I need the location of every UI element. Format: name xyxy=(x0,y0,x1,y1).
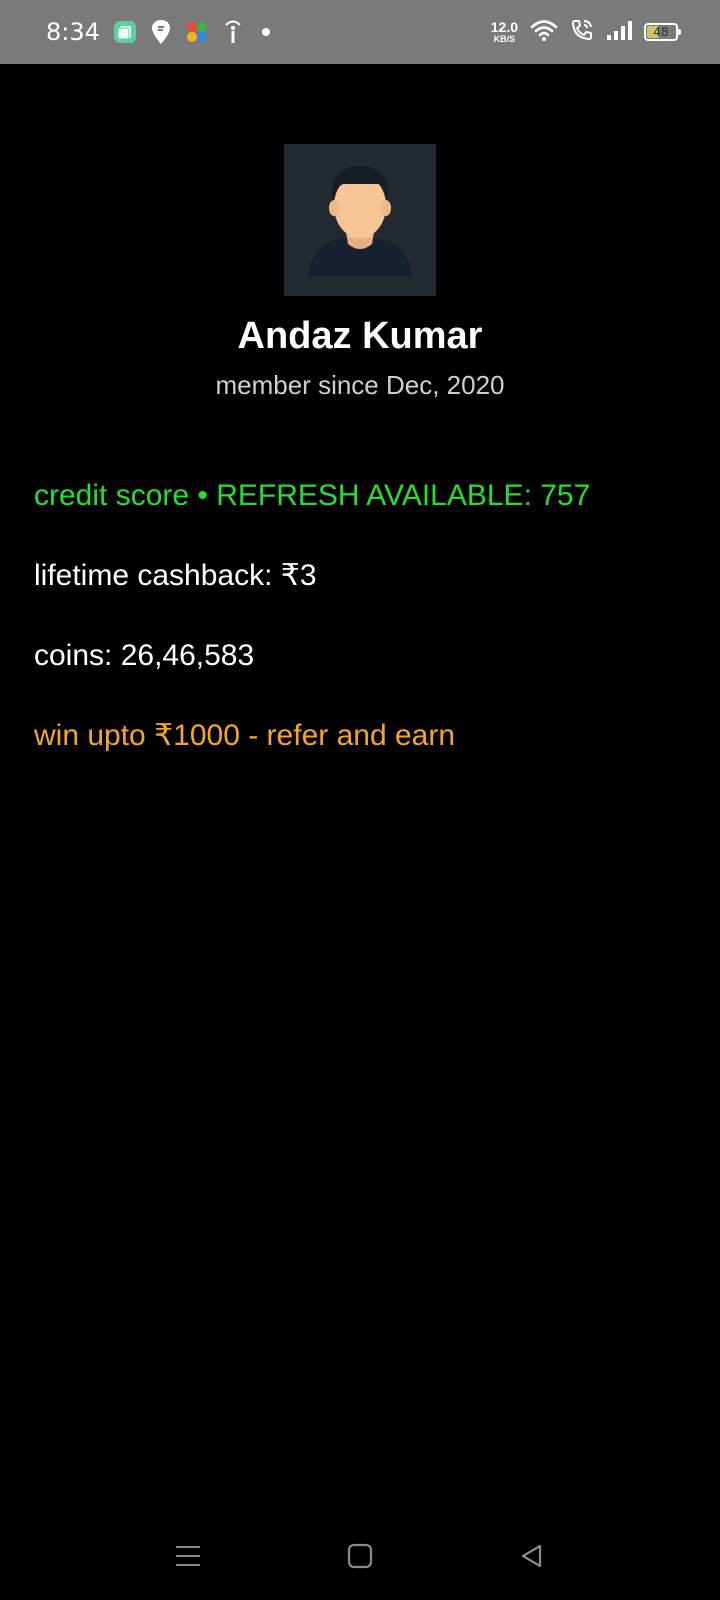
home-button[interactable] xyxy=(342,1538,378,1574)
user-avatar[interactable] xyxy=(284,144,436,296)
battery-icon: 48 xyxy=(644,23,681,41)
network-speed-value: 12.0 xyxy=(490,19,518,35)
app-icon xyxy=(112,19,138,45)
menu-icon xyxy=(176,1546,200,1566)
network-speed: 12.0 KB/S xyxy=(491,20,518,44)
home-icon xyxy=(347,1543,373,1569)
more-notifications-dot xyxy=(262,28,270,36)
wifi-icon xyxy=(530,18,558,47)
signal-icon xyxy=(606,19,632,46)
pinwheel-icon xyxy=(184,19,210,45)
wifi-call-icon xyxy=(570,18,594,47)
navigation-bar xyxy=(0,1510,720,1600)
system-icons: 12.0 KB/S 48 xyxy=(491,16,681,48)
avatar-person-icon xyxy=(308,166,412,276)
refer-and-earn-link[interactable]: win upto ₹1000 - refer and earn xyxy=(34,716,455,756)
back-icon xyxy=(521,1544,542,1568)
status-bar: 8:34 12.0 KB/S 48 xyxy=(0,0,720,64)
status-time: 8:34 xyxy=(46,18,100,46)
credit-score-link[interactable]: credit score • REFRESH AVAILABLE: 757 xyxy=(34,476,590,516)
battery-level: 48 xyxy=(653,25,669,39)
back-button[interactable] xyxy=(514,1538,550,1574)
info-icon xyxy=(220,19,246,45)
lifetime-cashback[interactable]: lifetime cashback: ₹3 xyxy=(34,556,317,596)
swiggy-icon xyxy=(148,19,174,45)
network-speed-unit: KB/S xyxy=(493,34,516,44)
member-since: member since Dec, 2020 xyxy=(215,370,505,400)
profile-name: Andaz Kumar xyxy=(237,315,483,357)
notification-icons xyxy=(112,18,270,46)
coins-balance[interactable]: coins: 26,46,583 xyxy=(34,636,254,676)
recent-apps-button[interactable] xyxy=(170,1538,206,1574)
